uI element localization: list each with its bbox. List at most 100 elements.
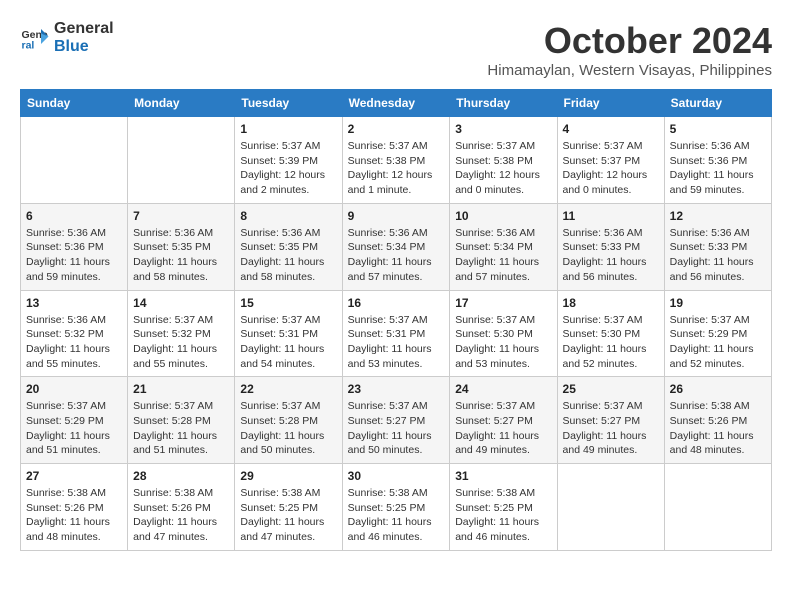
calendar-cell: 7 Sunrise: 5:36 AM Sunset: 5:35 PM Daylig… — [128, 203, 235, 290]
calendar-cell: 23 Sunrise: 5:37 AM Sunset: 5:27 PM Dayli… — [342, 377, 450, 464]
calendar-cell: 25 Sunrise: 5:37 AM Sunset: 5:27 PM Dayli… — [557, 377, 664, 464]
day-info: Sunrise: 5:37 AM Sunset: 5:30 PM Dayligh… — [563, 313, 659, 372]
calendar-cell — [664, 464, 771, 551]
calendar-cell: 29Sunrise: 5:38 AM Sunset: 5:25 PM Dayli… — [235, 464, 342, 551]
day-number: 3 — [455, 122, 551, 136]
calendar-cell: 9Sunrise: 5:36 AM Sunset: 5:34 PM Daylig… — [342, 203, 450, 290]
day-number: 24 — [455, 382, 551, 396]
day-number: 22 — [240, 382, 336, 396]
day-number: 10 — [455, 209, 551, 223]
day-info: Sunrise: 5:36 AM Sunset: 5:33 PM Dayligh… — [563, 226, 659, 285]
day-number: 12 — [670, 209, 766, 223]
calendar-cell: 13Sunrise: 5:36 AM Sunset: 5:32 PM Dayli… — [21, 290, 128, 377]
day-info: Sunrise: 5:37 AM Sunset: 5:31 PM Dayligh… — [348, 313, 445, 372]
day-info: Sunrise: 5:37 AM Sunset: 5:31 PM Dayligh… — [240, 313, 336, 372]
month-title: October 2024 — [487, 20, 772, 62]
day-header-friday: Friday — [557, 90, 664, 117]
calendar-cell: 21Sunrise: 5:37 AM Sunset: 5:28 PM Dayli… — [128, 377, 235, 464]
calendar-cell: 18 Sunrise: 5:37 AM Sunset: 5:30 PM Dayli… — [557, 290, 664, 377]
calendar-cell — [128, 117, 235, 204]
logo-text-line1: General — [54, 20, 114, 38]
day-info: Sunrise: 5:38 AM Sunset: 5:25 PM Dayligh… — [240, 486, 336, 545]
week-row-2: 6 Sunrise: 5:36 AM Sunset: 5:36 PM Daylig… — [21, 203, 772, 290]
day-number: 28 — [133, 469, 229, 483]
day-info: Sunrise: 5:36 AM Sunset: 5:35 PM Dayligh… — [133, 226, 229, 285]
calendar-cell: 16 Sunrise: 5:37 AM Sunset: 5:31 PM Dayli… — [342, 290, 450, 377]
day-number: 31 — [455, 469, 551, 483]
day-number: 19 — [670, 296, 766, 310]
day-info: Sunrise: 5:36 AM Sunset: 5:36 PM Dayligh… — [26, 226, 122, 285]
svg-text:ral: ral — [22, 39, 35, 51]
calendar-cell: 24 Sunrise: 5:37 AM Sunset: 5:27 PM Dayli… — [450, 377, 557, 464]
day-header-sunday: Sunday — [21, 90, 128, 117]
calendar-cell: 10Sunrise: 5:36 AM Sunset: 5:34 PM Dayli… — [450, 203, 557, 290]
logo-text-line2: Blue — [54, 38, 114, 56]
day-number: 6 — [26, 209, 122, 223]
day-info: Sunrise: 5:37 AM Sunset: 5:27 PM Dayligh… — [563, 399, 659, 458]
day-info: Sunrise: 5:36 AM Sunset: 5:33 PM Dayligh… — [670, 226, 766, 285]
week-row-1: 1Sunrise: 5:37 AM Sunset: 5:39 PM Daylig… — [21, 117, 772, 204]
calendar-cell: 5 Sunrise: 5:36 AM Sunset: 5:36 PM Daylig… — [664, 117, 771, 204]
day-number: 4 — [563, 122, 659, 136]
day-number: 15 — [240, 296, 336, 310]
title-block: October 2024 Himamaylan, Western Visayas… — [487, 20, 772, 79]
calendar-cell — [557, 464, 664, 551]
day-number: 11 — [563, 209, 659, 223]
location-subtitle: Himamaylan, Western Visayas, Philippines — [487, 62, 772, 79]
day-info: Sunrise: 5:37 AM Sunset: 5:38 PM Dayligh… — [348, 139, 445, 198]
day-info: Sunrise: 5:38 AM Sunset: 5:26 PM Dayligh… — [670, 399, 766, 458]
calendar-cell: 31 Sunrise: 5:38 AM Sunset: 5:25 PM Dayli… — [450, 464, 557, 551]
week-row-3: 13Sunrise: 5:36 AM Sunset: 5:32 PM Dayli… — [21, 290, 772, 377]
day-info: Sunrise: 5:36 AM Sunset: 5:35 PM Dayligh… — [240, 226, 336, 285]
day-info: Sunrise: 5:37 AM Sunset: 5:29 PM Dayligh… — [670, 313, 766, 372]
calendar-cell: 26Sunrise: 5:38 AM Sunset: 5:26 PM Dayli… — [664, 377, 771, 464]
day-info: Sunrise: 5:38 AM Sunset: 5:25 PM Dayligh… — [455, 486, 551, 545]
day-header-wednesday: Wednesday — [342, 90, 450, 117]
day-info: Sunrise: 5:37 AM Sunset: 5:28 PM Dayligh… — [240, 399, 336, 458]
calendar-cell: 28 Sunrise: 5:38 AM Sunset: 5:26 PM Dayli… — [128, 464, 235, 551]
day-header-thursday: Thursday — [450, 90, 557, 117]
calendar-cell: 1Sunrise: 5:37 AM Sunset: 5:39 PM Daylig… — [235, 117, 342, 204]
day-number: 23 — [348, 382, 445, 396]
day-number: 9 — [348, 209, 445, 223]
day-number: 18 — [563, 296, 659, 310]
calendar-cell: 6 Sunrise: 5:36 AM Sunset: 5:36 PM Daylig… — [21, 203, 128, 290]
day-info: Sunrise: 5:37 AM Sunset: 5:28 PM Dayligh… — [133, 399, 229, 458]
calendar-cell: 19 Sunrise: 5:37 AM Sunset: 5:29 PM Dayli… — [664, 290, 771, 377]
day-info: Sunrise: 5:37 AM Sunset: 5:27 PM Dayligh… — [455, 399, 551, 458]
day-header-tuesday: Tuesday — [235, 90, 342, 117]
day-info: Sunrise: 5:37 AM Sunset: 5:32 PM Dayligh… — [133, 313, 229, 372]
day-info: Sunrise: 5:36 AM Sunset: 5:36 PM Dayligh… — [670, 139, 766, 198]
day-number: 5 — [670, 122, 766, 136]
day-info: Sunrise: 5:37 AM Sunset: 5:38 PM Dayligh… — [455, 139, 551, 198]
calendar-cell: 12 Sunrise: 5:36 AM Sunset: 5:33 PM Dayli… — [664, 203, 771, 290]
calendar-cell: 14 Sunrise: 5:37 AM Sunset: 5:32 PM Dayli… — [128, 290, 235, 377]
day-number: 16 — [348, 296, 445, 310]
day-header-saturday: Saturday — [664, 90, 771, 117]
calendar-cell: 3 Sunrise: 5:37 AM Sunset: 5:38 PM Daylig… — [450, 117, 557, 204]
calendar-cell: 15 Sunrise: 5:37 AM Sunset: 5:31 PM Dayli… — [235, 290, 342, 377]
week-row-5: 27Sunrise: 5:38 AM Sunset: 5:26 PM Dayli… — [21, 464, 772, 551]
day-number: 7 — [133, 209, 229, 223]
day-header-monday: Monday — [128, 90, 235, 117]
calendar-cell: 17Sunrise: 5:37 AM Sunset: 5:30 PM Dayli… — [450, 290, 557, 377]
calendar-cell: 4Sunrise: 5:37 AM Sunset: 5:37 PM Daylig… — [557, 117, 664, 204]
day-number: 14 — [133, 296, 229, 310]
calendar-cell: 27Sunrise: 5:38 AM Sunset: 5:26 PM Dayli… — [21, 464, 128, 551]
day-info: Sunrise: 5:38 AM Sunset: 5:26 PM Dayligh… — [26, 486, 122, 545]
calendar-cell: 2Sunrise: 5:37 AM Sunset: 5:38 PM Daylig… — [342, 117, 450, 204]
calendar-cell: 20Sunrise: 5:37 AM Sunset: 5:29 PM Dayli… — [21, 377, 128, 464]
day-number: 25 — [563, 382, 659, 396]
calendar-cell: 8Sunrise: 5:36 AM Sunset: 5:35 PM Daylig… — [235, 203, 342, 290]
day-number: 1 — [240, 122, 336, 136]
day-info: Sunrise: 5:37 AM Sunset: 5:27 PM Dayligh… — [348, 399, 445, 458]
calendar-cell: 22 Sunrise: 5:37 AM Sunset: 5:28 PM Dayli… — [235, 377, 342, 464]
day-info: Sunrise: 5:37 AM Sunset: 5:29 PM Dayligh… — [26, 399, 122, 458]
logo-icon: Gene ral — [20, 23, 50, 53]
logo: Gene ral General Blue — [20, 20, 114, 55]
day-info: Sunrise: 5:38 AM Sunset: 5:26 PM Dayligh… — [133, 486, 229, 545]
week-row-4: 20Sunrise: 5:37 AM Sunset: 5:29 PM Dayli… — [21, 377, 772, 464]
day-info: Sunrise: 5:37 AM Sunset: 5:30 PM Dayligh… — [455, 313, 551, 372]
calendar-table: SundayMondayTuesdayWednesdayThursdayFrid… — [20, 89, 772, 551]
day-number: 30 — [348, 469, 445, 483]
